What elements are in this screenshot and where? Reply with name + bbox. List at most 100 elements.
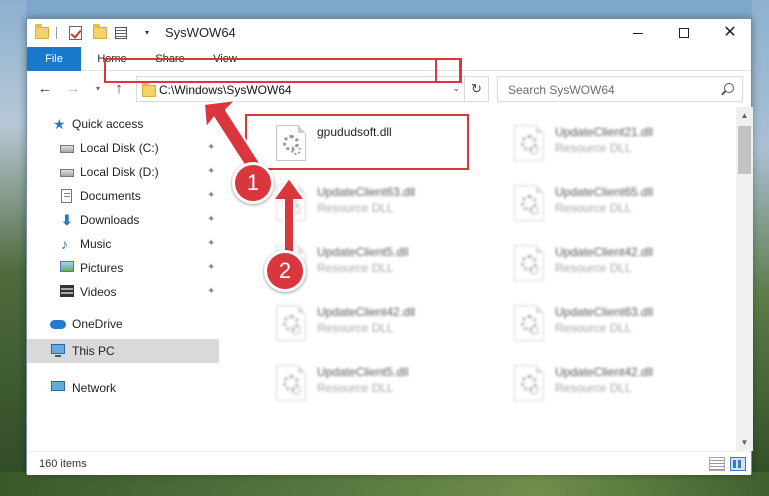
sidebar-item-label: Pictures (80, 261, 124, 275)
file-item[interactable]: UpdateClient21.dll Resource DLL (481, 115, 696, 171)
minimize-icon (633, 32, 643, 34)
dll-file-icon (514, 125, 544, 161)
pin-icon[interactable]: ✦ (207, 262, 215, 274)
file-type: Resource DLL (555, 201, 632, 215)
search-input[interactable]: Search SysWOW64 (497, 76, 743, 102)
file-type: Resource DLL (555, 261, 632, 275)
new-folder-icon[interactable] (93, 24, 109, 41)
sidebar-item-local-disk-c[interactable]: Local Disk (C:) ✦ (27, 137, 219, 159)
sidebar-item-label: Quick access (72, 117, 144, 131)
sidebar-item-label: This PC (72, 344, 115, 358)
sidebar-item-documents[interactable]: Documents ✦ (27, 185, 219, 207)
toolbar-separator (56, 27, 57, 39)
customize-view-icon[interactable] (115, 25, 131, 41)
back-arrow-icon[interactable]: ← (36, 80, 54, 98)
window-title: SysWOW64 (165, 25, 236, 40)
quick-access-star-icon: ★ (53, 116, 66, 132)
videos-icon (60, 285, 74, 297)
large-icons-view-icon[interactable] (730, 457, 746, 471)
address-path[interactable]: C:\Windows\SysWOW64 (159, 83, 292, 97)
maximize-button[interactable] (661, 19, 707, 47)
dll-file-icon (276, 305, 306, 341)
tab-home[interactable]: Home (87, 47, 137, 71)
item-count: 160 items (39, 458, 87, 470)
file-item[interactable]: UpdateClient65.dll Resource DLL (481, 175, 696, 231)
file-item[interactable]: UpdateClient63.dll Resource DLL (243, 175, 458, 231)
sidebar-item-pictures[interactable]: Pictures ✦ (27, 257, 219, 279)
dll-file-icon (514, 245, 544, 281)
search-placeholder: Search SysWOW64 (508, 83, 615, 97)
title-bar[interactable]: ▾ SysWOW64 ✕ (27, 19, 751, 47)
sidebar-item-downloads[interactable]: ⬇ Downloads ✦ (27, 209, 219, 231)
dll-file-icon (514, 305, 544, 341)
minimize-button[interactable] (615, 19, 661, 47)
tab-view[interactable]: View (203, 47, 247, 71)
music-icon: ♪ (61, 236, 68, 252)
sidebar-item-network[interactable]: Network (27, 377, 219, 399)
scroll-down-icon[interactable]: ▼ (736, 434, 753, 451)
dll-file-icon (514, 185, 544, 221)
address-folder-icon (142, 82, 156, 97)
pin-icon[interactable]: ✦ (207, 166, 215, 178)
file-type: Resource DLL (317, 321, 394, 335)
navigation-pane: ★ Quick access Local Disk (C:) ✦ Local D… (27, 107, 219, 451)
details-view-icon[interactable] (709, 457, 725, 471)
desktop-background-bottom (0, 472, 769, 496)
sidebar-item-quick-access[interactable]: ★ Quick access (27, 113, 219, 135)
pin-icon[interactable]: ✦ (207, 190, 215, 202)
quick-access-dropdown-icon[interactable]: ▾ (141, 25, 153, 41)
sidebar-item-label: Local Disk (C:) (80, 141, 159, 155)
scroll-up-icon[interactable]: ▲ (736, 107, 753, 124)
file-item-gpududsoft[interactable]: gpududsoft.dll (243, 115, 458, 171)
file-type: Resource DLL (555, 321, 632, 335)
file-name: UpdateClient5.dll (317, 365, 409, 379)
sidebar-item-videos[interactable]: Videos ✦ (27, 281, 219, 303)
close-button[interactable]: ✕ (707, 19, 753, 47)
step-2-badge: 2 (264, 250, 306, 292)
dll-file-icon (276, 185, 306, 221)
sidebar-item-onedrive[interactable]: OneDrive (27, 313, 219, 335)
scroll-thumb[interactable] (738, 126, 751, 174)
close-icon: ✕ (723, 24, 737, 41)
sidebar-item-local-disk-d[interactable]: Local Disk (D:) ✦ (27, 161, 219, 183)
pin-icon[interactable]: ✦ (207, 286, 215, 298)
file-item[interactable]: UpdateClient42.dll Resource DLL (481, 235, 696, 291)
sidebar-item-label: Network (72, 381, 117, 395)
properties-check-icon[interactable] (69, 25, 85, 41)
tab-share[interactable]: Share (145, 47, 195, 71)
pin-icon[interactable]: ✦ (207, 142, 215, 154)
file-item[interactable]: UpdateClient42.dll Resource DLL (243, 295, 458, 351)
file-item[interactable]: UpdateClient42.dll Resource DLL (481, 355, 696, 411)
file-name: UpdateClient42.dll (555, 245, 654, 259)
sidebar-item-music[interactable]: ♪ Music ✦ (27, 233, 219, 255)
refresh-icon[interactable]: ↻ (464, 77, 488, 101)
pin-icon[interactable]: ✦ (207, 238, 215, 250)
search-icon[interactable] (720, 83, 734, 97)
ribbon-tabs: File Home Share View (27, 47, 751, 71)
file-type: Resource DLL (555, 141, 632, 155)
address-bar[interactable]: C:\Windows\SysWOW64 ⌄ ↻ (136, 76, 489, 102)
tab-file[interactable]: File (27, 47, 81, 71)
recent-locations-chevron-icon[interactable]: ▾ (93, 80, 103, 98)
forward-arrow-icon[interactable]: → (64, 80, 82, 98)
up-arrow-icon[interactable]: ↑ (110, 80, 128, 98)
vertical-scrollbar[interactable]: ▲ ▼ (736, 107, 753, 451)
file-type: Resource DLL (555, 381, 632, 395)
desktop-background-left (0, 0, 26, 496)
desktop-background-right (752, 0, 769, 496)
network-icon (51, 381, 65, 391)
pictures-icon (60, 261, 74, 272)
file-name: gpududsoft.dll (317, 125, 392, 139)
pin-icon[interactable]: ✦ (207, 214, 215, 226)
local-disk-icon (60, 169, 74, 177)
file-item[interactable]: UpdateClient63.dll Resource DLL (481, 295, 696, 351)
dll-file-icon (276, 365, 306, 401)
sidebar-item-this-pc[interactable]: This PC (27, 339, 219, 363)
file-name: UpdateClient42.dll (555, 365, 654, 379)
dll-file-icon (276, 125, 306, 161)
file-item[interactable]: UpdateClient5.dll Resource DLL (243, 355, 458, 411)
explorer-window: ▾ SysWOW64 ✕ File Home Share View ← → ▾ … (26, 18, 753, 475)
address-dropdown-icon[interactable]: ⌄ (452, 83, 460, 94)
file-name: UpdateClient21.dll (555, 125, 654, 139)
file-type: Resource DLL (317, 381, 394, 395)
